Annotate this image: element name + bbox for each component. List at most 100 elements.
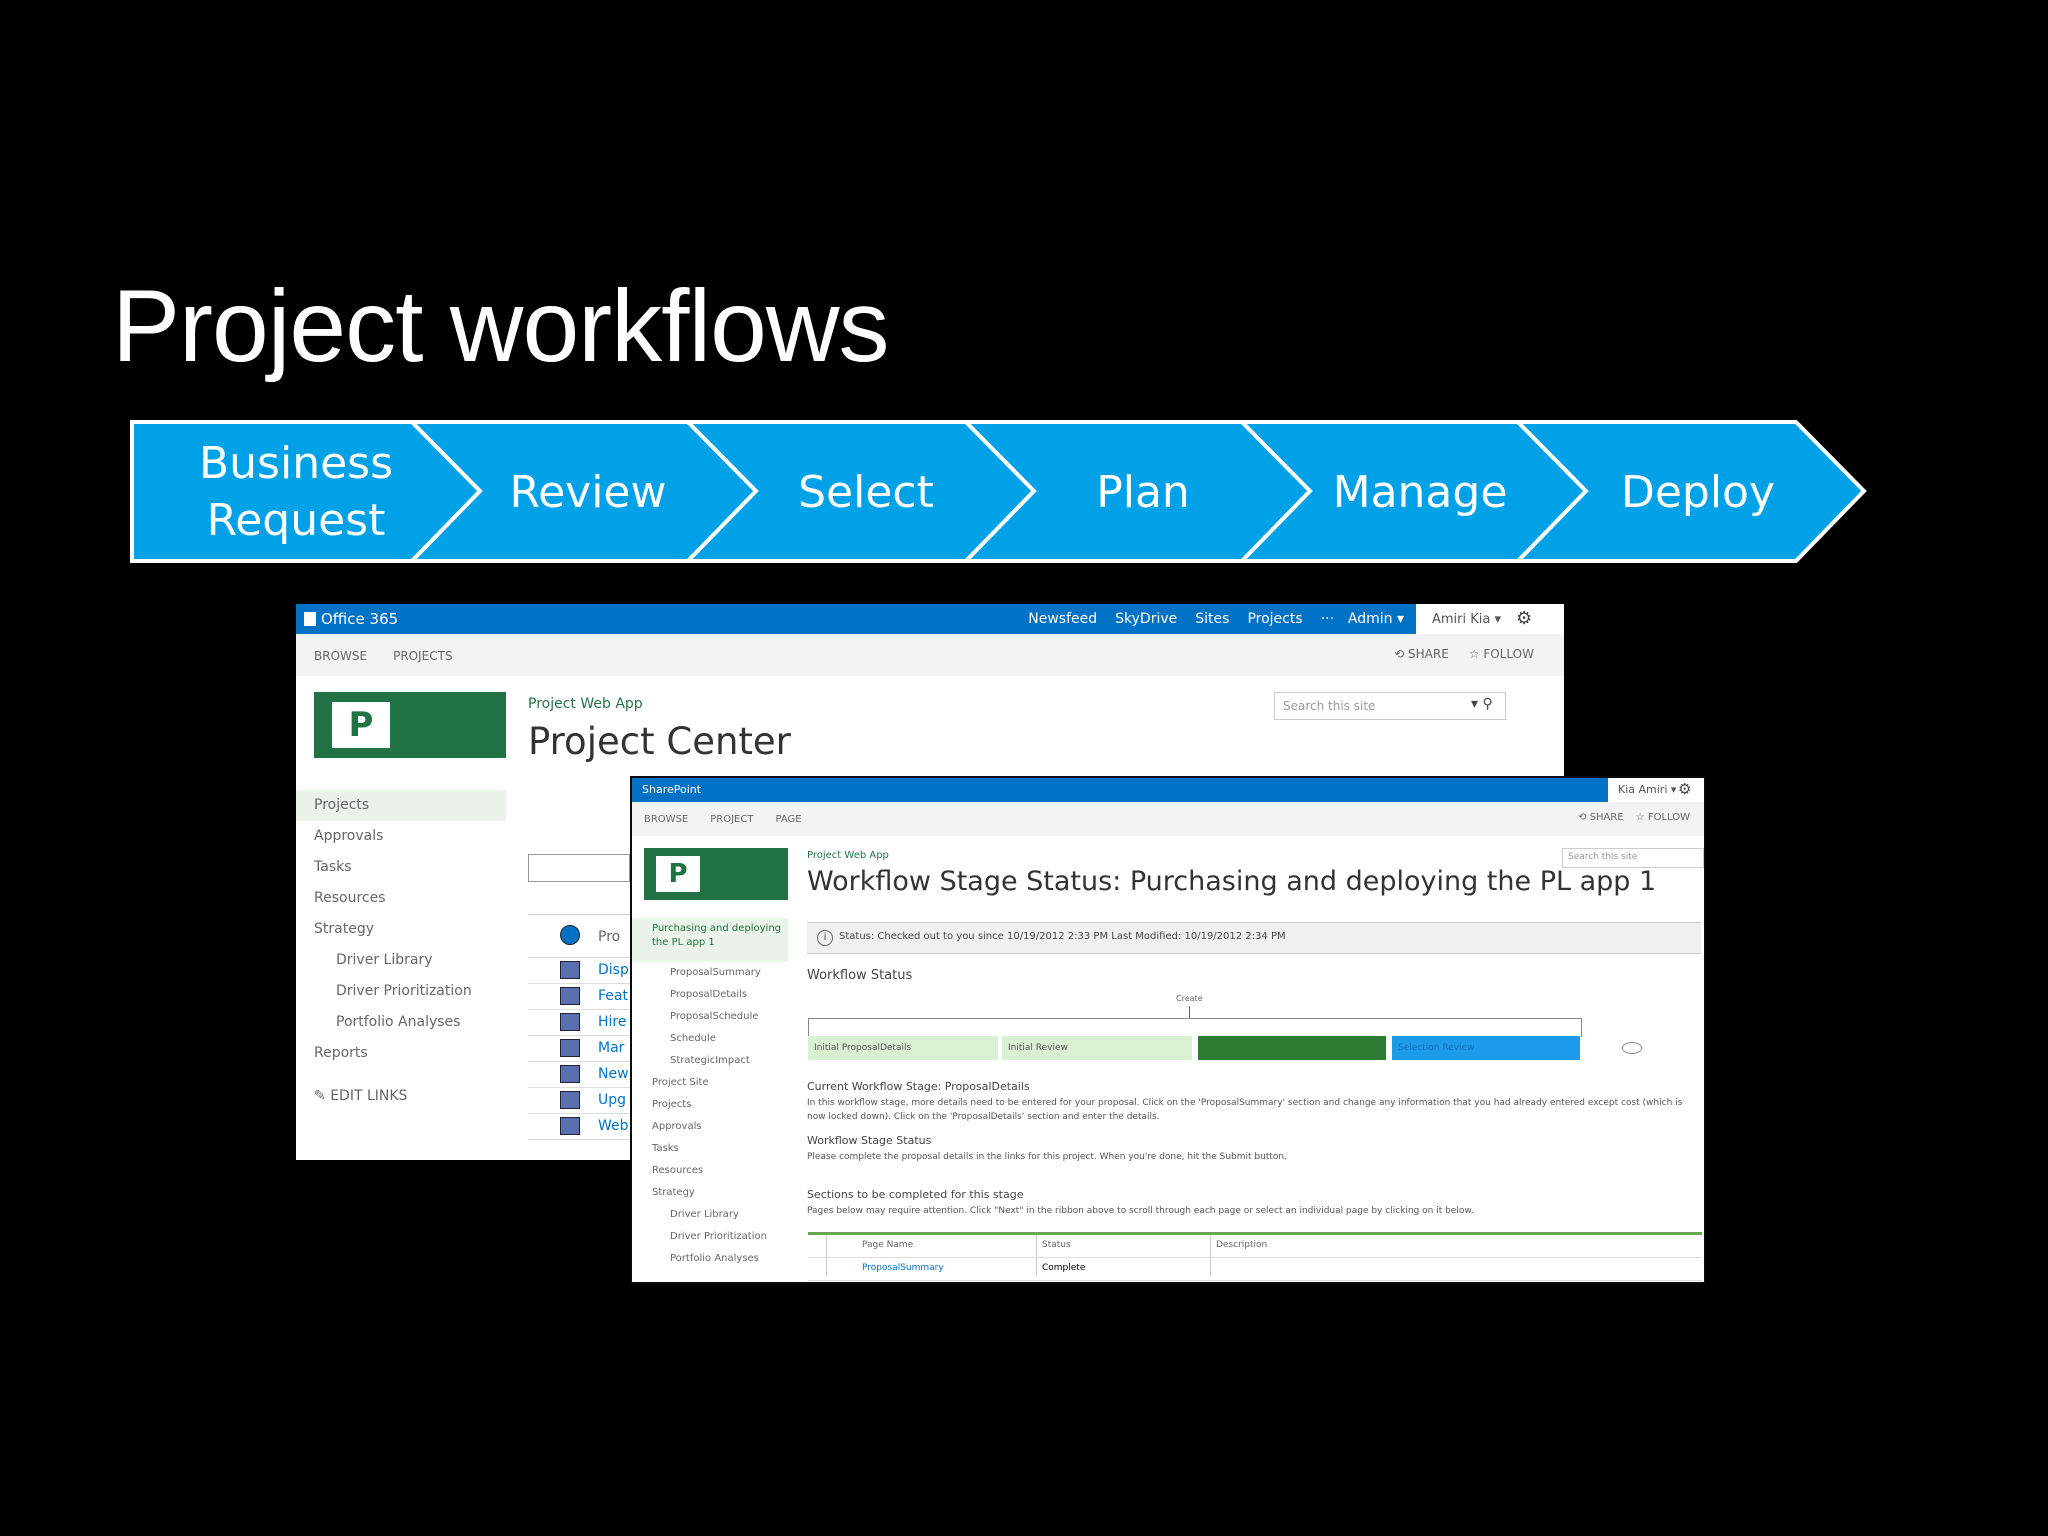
ql-strategic-impact[interactable]: StrategicImpact	[632, 1050, 788, 1072]
ql-resources[interactable]: Resources	[632, 1160, 788, 1182]
tab-projects[interactable]: PROJECTS	[393, 649, 452, 663]
ql-portfolio-analyses[interactable]: Portfolio Analyses	[296, 1007, 506, 1038]
ql-schedule[interactable]: Schedule	[632, 1028, 788, 1050]
chevron-label: Business	[199, 438, 393, 489]
search-icon[interactable]: ▾ ⚲	[1471, 696, 1493, 712]
ql-approvals[interactable]: Approvals	[632, 1116, 788, 1138]
ql-approvals[interactable]: Approvals	[296, 821, 506, 852]
ql-portfolio-analyses[interactable]: Portfolio Analyses	[632, 1248, 788, 1270]
sharepoint-brand[interactable]: SharePoint	[642, 783, 701, 796]
search-input[interactable]: Search this site ▾ ⚲	[1274, 692, 1506, 720]
follow-button[interactable]: ☆ FOLLOW	[1636, 812, 1690, 823]
end-stage-icon	[1622, 1042, 1642, 1054]
office365-brand[interactable]: Office 365	[304, 610, 398, 628]
ql-reports[interactable]: Reports	[296, 1038, 506, 1069]
suite-nav: Newsfeed SkyDrive Sites Projects ···	[1028, 611, 1334, 627]
project-logo-icon: P	[656, 856, 700, 892]
ql-strategy[interactable]: Strategy	[632, 1182, 788, 1204]
ql-proposal-schedule[interactable]: ProposalSchedule	[632, 1006, 788, 1028]
ql-tasks[interactable]: Tasks	[296, 852, 506, 883]
ql-driver-prioritization[interactable]: Driver Prioritization	[296, 976, 506, 1007]
project-logo-icon: P	[332, 702, 390, 748]
chevron-label: Plan	[1096, 467, 1190, 518]
site-subtitle[interactable]: Project Web App	[807, 850, 889, 861]
ql-driver-library[interactable]: Driver Library	[632, 1204, 788, 1226]
stage-current: ProposalDetails	[1198, 1036, 1386, 1060]
share-icon: ⟲	[1578, 812, 1590, 823]
nav-newsfeed[interactable]: Newsfeed	[1028, 611, 1097, 627]
stage-marker-label: Create	[1176, 994, 1203, 1003]
star-icon: ☆	[1635, 812, 1648, 823]
nav-more[interactable]: ···	[1321, 611, 1334, 627]
tab-browse[interactable]: BROWSE	[314, 649, 367, 663]
user-menu[interactable]: Kia Amiri ▾ ⚙	[1608, 778, 1704, 802]
stage-next: Selection Review	[1392, 1036, 1580, 1060]
stage-marker	[1189, 1006, 1190, 1018]
nav-skydrive[interactable]: SkyDrive	[1115, 611, 1177, 627]
project-icon	[560, 987, 580, 1005]
workflow-track	[808, 1018, 1582, 1037]
info-icon	[560, 925, 580, 945]
stage-initial-review: Initial Review	[1002, 1036, 1192, 1060]
user-name: Amiri Kia ▾	[1432, 612, 1502, 627]
project-web-app-logo: P	[314, 692, 506, 758]
chevron-label: Deploy	[1621, 467, 1775, 518]
follow-button[interactable]: ☆ FOLLOW	[1469, 647, 1534, 661]
edit-links[interactable]: ✎ EDIT LINKS	[296, 1081, 506, 1112]
stage-status-heading: Workflow Stage Status	[807, 1134, 932, 1147]
grid-filter-box[interactable]	[528, 854, 630, 882]
col-status: Status	[1042, 1240, 1071, 1250]
tab-page[interactable]: PAGE	[775, 814, 801, 825]
gear-icon[interactable]: ⚙	[1516, 608, 1532, 629]
project-icon	[560, 961, 580, 979]
admin-menu[interactable]: Admin ▾	[1348, 611, 1404, 627]
office-logo-icon	[304, 612, 316, 626]
ql-driver-prioritization[interactable]: Driver Prioritization	[632, 1226, 788, 1248]
share-button[interactable]: ⟲ SHARE	[1578, 812, 1624, 823]
user-name: Kia Amiri ▾	[1618, 783, 1677, 796]
page-title: Project Center	[528, 720, 791, 763]
slide-title: Project workflows	[112, 269, 890, 383]
ql-proposal-summary[interactable]: ProposalSummary	[632, 962, 788, 984]
gear-icon[interactable]: ⚙	[1678, 780, 1691, 798]
ql-tasks[interactable]: Tasks	[632, 1138, 788, 1160]
ql-projects[interactable]: Projects	[632, 1094, 788, 1116]
page-title: Workflow Stage Status: Purchasing and de…	[807, 866, 1657, 897]
page-link[interactable]: ProposalSummary	[862, 1263, 944, 1273]
ql-proposal-details[interactable]: ProposalDetails	[632, 984, 788, 1006]
quick-launch: Purchasing and deploying the PL app 1 Pr…	[632, 918, 788, 1270]
current-stage-text: In this workflow stage, more details nee…	[807, 1098, 1683, 1108]
user-menu[interactable]: Amiri Kia ▾ ⚙	[1416, 604, 1564, 634]
ql-projects[interactable]: Projects	[296, 790, 506, 821]
quick-launch: Projects Approvals Tasks Resources Strat…	[296, 790, 506, 1112]
project-icon	[560, 1039, 580, 1057]
share-button[interactable]: ⟲ SHARE	[1394, 647, 1449, 661]
nav-sites[interactable]: Sites	[1195, 611, 1229, 627]
sections-heading: Sections to be completed for this stage	[807, 1188, 1024, 1201]
stage-initial-proposal: Initial ProposalDetails	[808, 1036, 998, 1060]
search-input[interactable]: Search this site	[1562, 848, 1704, 868]
status-bar: i Status: Checked out to you since 10/19…	[807, 922, 1701, 954]
chevron-label: Manage	[1333, 467, 1508, 518]
project-icon	[560, 1013, 580, 1031]
project-icon	[560, 1117, 580, 1135]
col-description: Description	[1216, 1240, 1268, 1250]
ql-current-project[interactable]: Purchasing and deploying the PL app 1	[632, 918, 788, 962]
star-icon: ☆	[1468, 647, 1484, 661]
suite-bar: Office 365 Newsfeed SkyDrive Sites Proje…	[296, 604, 1564, 634]
site-subtitle[interactable]: Project Web App	[528, 696, 643, 712]
tab-browse[interactable]: BROWSE	[644, 814, 688, 825]
workflow-status-heading: Workflow Status	[807, 968, 913, 983]
ribbon: BROWSE PROJECTS ⟲ SHARE ☆ FOLLOW	[296, 634, 1564, 676]
ribbon: BROWSE PROJECT PAGE ⟲ SHARE ☆ FOLLOW	[632, 802, 1704, 836]
nav-projects[interactable]: Projects	[1247, 611, 1302, 627]
ql-resources[interactable]: Resources	[296, 883, 506, 914]
tab-project[interactable]: PROJECT	[710, 814, 753, 825]
share-icon: ⟲	[1394, 647, 1409, 661]
ql-driver-library[interactable]: Driver Library	[296, 945, 506, 976]
current-stage-text-2: now locked down). Click on the 'Proposal…	[807, 1112, 1160, 1122]
ql-project-site[interactable]: Project Site	[632, 1072, 788, 1094]
chevron-business-request: Business Request	[130, 420, 483, 563]
table-row: ProposalSummary Complete	[808, 1258, 1702, 1281]
ql-strategy[interactable]: Strategy	[296, 914, 506, 945]
